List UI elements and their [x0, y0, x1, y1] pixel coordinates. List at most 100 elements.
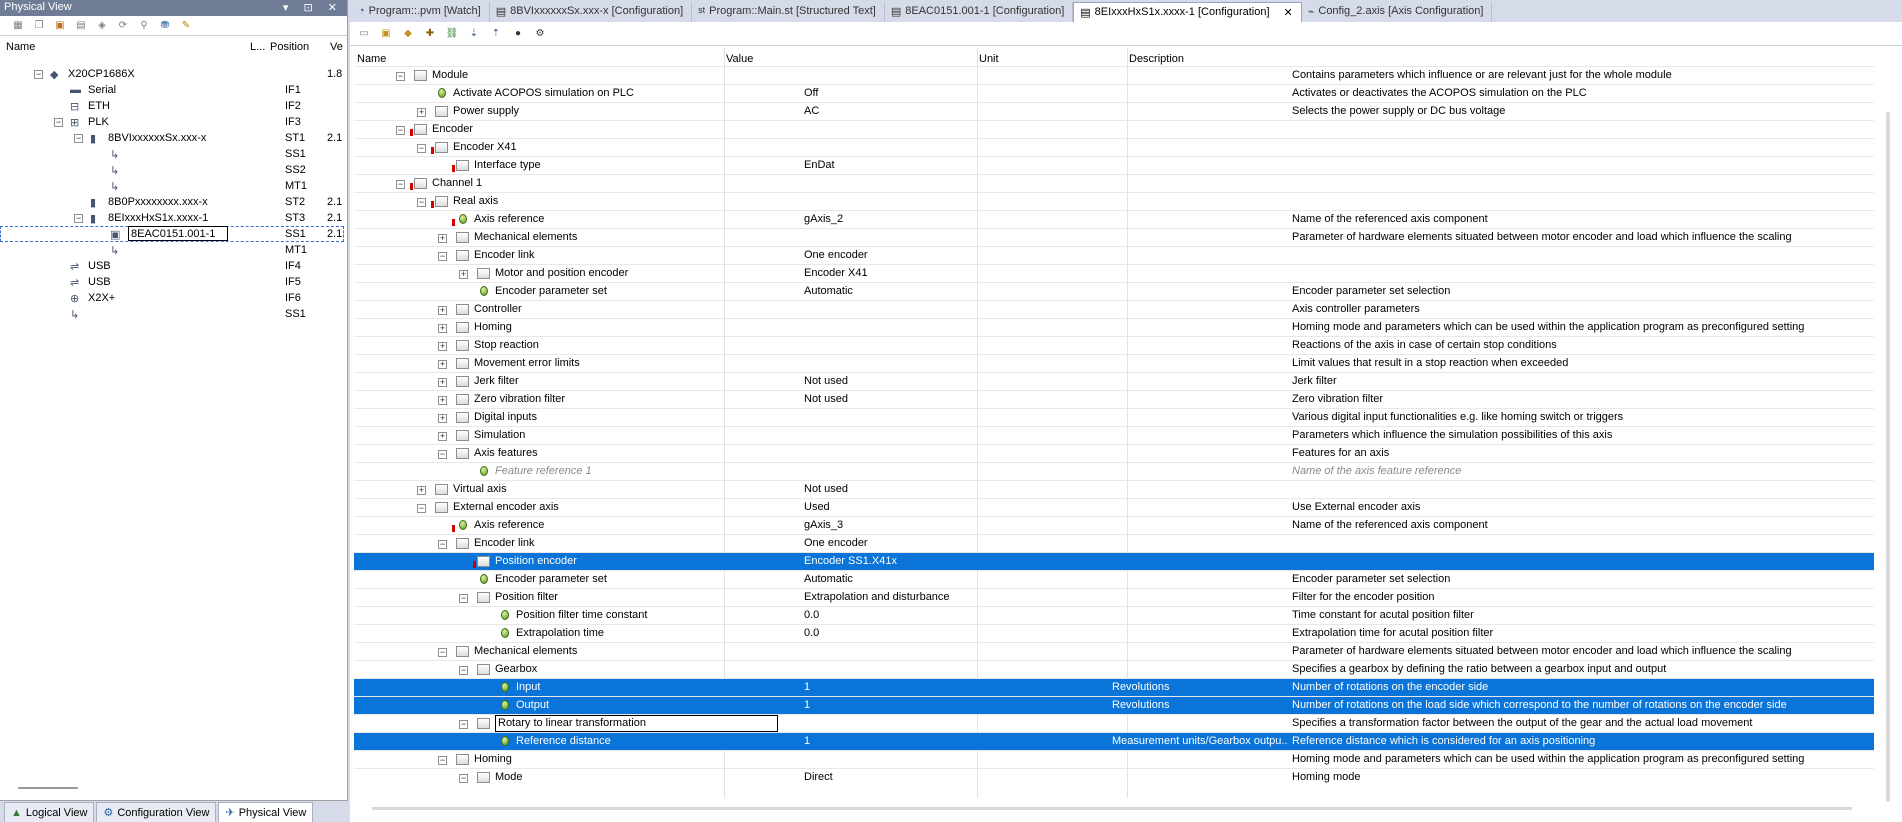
parameter-row[interactable]: − Rotary to linear transformation Specifie… — [354, 714, 1874, 732]
expand-icon[interactable]: + — [459, 270, 468, 279]
parameter-row[interactable]: Output 1 Revolutions Number of rotations on… — [354, 696, 1874, 714]
parameter-row[interactable]: Extrapolation time 0.0 Extrapolation time … — [354, 624, 1874, 642]
tab-logical-view[interactable]: ▲ Logical View — [4, 802, 95, 822]
col-position[interactable]: Position — [270, 41, 309, 53]
copy-icon[interactable]: ❐ — [31, 18, 47, 34]
parameter-row[interactable]: Interface type EnDat — [354, 156, 1874, 174]
col-name[interactable]: Name — [6, 41, 35, 53]
parameter-value[interactable]: One encoder — [804, 249, 868, 261]
horizontal-scrollbar[interactable] — [18, 787, 78, 789]
tab-configuration-view[interactable]: ⚙ Configuration View — [96, 802, 217, 822]
parameter-row[interactable]: Encoder parameter set Automatic Encoder pa… — [354, 570, 1874, 588]
physical-tree-item[interactable]: ↳ MT1 — [0, 242, 344, 258]
parameter-row[interactable]: − Position filter Extrapolation and distur… — [354, 588, 1874, 606]
parameter-row[interactable]: Axis reference gAxis_3 Name of the referen… — [354, 516, 1874, 534]
tab-watch[interactable]: ◔ Program::.pvm [Watch] — [352, 2, 490, 22]
parameter-row[interactable]: − Encoder — [354, 120, 1874, 138]
parameter-row[interactable]: Activate ACOPOS simulation on PLC Off Acti… — [354, 84, 1874, 102]
parameter-value[interactable]: Automatic — [804, 573, 853, 585]
parameter-row[interactable]: Feature reference 1 Name of the axis feat… — [354, 462, 1874, 480]
collapse-icon[interactable]: − — [396, 126, 405, 135]
parameter-row[interactable]: + Power supply AC Selects the power supply … — [354, 102, 1874, 120]
parameter-row[interactable]: + Mechanical elements Parameter of hardwar… — [354, 228, 1874, 246]
parameter-row[interactable]: − Mechanical elements Parameter of hardwar… — [354, 642, 1874, 660]
tab-8eixxx-configuration[interactable]: ▤ 8EIxxxHxS1x.xxxx-1 [Configuration] ✕ — [1073, 2, 1302, 22]
tab-config-2-axis[interactable]: ⌁ Config_2.axis [Axis Configuration] — [1302, 2, 1493, 22]
parameter-row[interactable]: + Digital inputs Various digital input fun… — [354, 408, 1874, 426]
parameter-value[interactable]: Off — [804, 87, 818, 99]
collapse-icon[interactable]: − — [438, 450, 447, 459]
parameter-row[interactable]: + Homing Homing mode and parameters which … — [354, 318, 1874, 336]
expand-icon[interactable]: + — [438, 360, 447, 369]
expand-icon[interactable]: + — [438, 414, 447, 423]
parameter-row[interactable]: − Gearbox Specifies a gearbox by defining … — [354, 660, 1874, 678]
parameter-value[interactable]: EnDat — [804, 159, 835, 171]
tab-8bvi-configuration[interactable]: ▤ 8BVIxxxxxxSx.xxx-x [Configuration] — [490, 2, 693, 22]
parameter-row[interactable]: + Virtual axis Not used — [354, 480, 1874, 498]
parameter-row[interactable]: Encoder parameter set Automatic Encoder pa… — [354, 282, 1874, 300]
parameter-row[interactable]: Input 1 Revolutions Number of rotations on … — [354, 678, 1874, 696]
expand-icon[interactable]: + — [417, 108, 426, 117]
name-edit-field[interactable]: Rotary to linear transformation — [495, 715, 778, 732]
vertical-scrollbar[interactable] — [1880, 112, 1898, 802]
parameter-row[interactable]: Position encoder Encoder SS1.X41x — [354, 552, 1874, 570]
parameter-row[interactable]: + Zero vibration filter Not used Zero vibra… — [354, 390, 1874, 408]
parameter-row[interactable]: − Module Contains parameters which influen… — [354, 66, 1874, 84]
physical-tree-item[interactable]: ▬ Serial IF1 — [0, 82, 344, 98]
expand-icon[interactable]: + — [438, 396, 447, 405]
properties-icon[interactable]: ◈ — [94, 18, 110, 34]
expand-icon[interactable]: + — [438, 306, 447, 315]
collapse-icon[interactable]: − — [417, 144, 426, 153]
parameter-row[interactable]: − Channel 1 — [354, 174, 1874, 192]
parameter-row[interactable]: − Encoder X41 — [354, 138, 1874, 156]
parameter-row[interactable]: Reference distance 1 Measurement units/Gea… — [354, 732, 1874, 750]
settings-icon[interactable]: ⚙ — [532, 26, 548, 42]
parameter-row[interactable]: − Mode Direct Homing mode — [354, 768, 1874, 786]
parameter-value[interactable]: 0.0 — [804, 627, 819, 639]
parameter-value[interactable]: 1 — [804, 681, 810, 693]
parameter-value[interactable]: One encoder — [804, 537, 868, 549]
collapse-icon[interactable]: − — [417, 504, 426, 513]
parameter-row[interactable]: Axis reference gAxis_2 Name of the referen… — [354, 210, 1874, 228]
refresh-icon[interactable]: ⟳ — [115, 18, 131, 34]
collapse-icon[interactable]: − — [74, 134, 83, 143]
physical-tree-item[interactable]: ↳ MT1 — [0, 178, 344, 194]
parameter-row[interactable]: + Stop reaction Reactions of the axis in c… — [354, 336, 1874, 354]
physical-tree-item[interactable]: ⇌ USB IF4 — [0, 258, 344, 274]
parameter-row[interactable]: + Controller Axis controller parameters — [354, 300, 1874, 318]
parameter-value[interactable]: Not used — [804, 483, 848, 495]
record-icon[interactable]: ● — [510, 26, 526, 42]
add-folder-icon[interactable]: ▣ — [378, 26, 394, 42]
parameter-row[interactable]: + Jerk filter Not used Jerk filter — [354, 372, 1874, 390]
physical-tree-item[interactable]: ↳ SS1 — [0, 146, 344, 162]
collapse-icon[interactable]: − — [74, 214, 83, 223]
parameter-row[interactable]: − Homing Homing mode and parameters which … — [354, 750, 1874, 768]
parameter-value[interactable]: Not used — [804, 393, 848, 405]
parameter-value[interactable]: gAxis_3 — [804, 519, 843, 531]
col-value[interactable]: Value — [726, 53, 753, 65]
parameter-value[interactable]: Not used — [804, 375, 848, 387]
collapse-icon[interactable]: − — [417, 198, 426, 207]
collapse-icon[interactable]: − — [459, 594, 468, 603]
physical-tree-item[interactable]: − ◆ X20CP1686X 1.8 — [0, 66, 344, 82]
collapse-icon[interactable]: − — [459, 666, 468, 675]
grid-horizontal-scrollbar[interactable] — [372, 807, 1852, 810]
parameter-value[interactable]: Encoder SS1.X41x — [804, 555, 897, 567]
tab-8eac-configuration[interactable]: ▤ 8EAC0151.001-1 [Configuration] — [885, 2, 1074, 22]
parameter-value[interactable]: 0.0 — [804, 609, 819, 621]
physical-tree-item[interactable]: ▣ 8EAC0151.001-1 SS1 2.1 — [0, 226, 344, 242]
parameter-value[interactable]: gAxis_2 — [804, 213, 843, 225]
search-icon[interactable]: ⚲ — [136, 18, 152, 34]
add-item-icon[interactable]: ◆ — [400, 26, 416, 42]
collapse-icon[interactable]: − — [54, 118, 63, 127]
parameter-row[interactable]: + Movement error limits Limit values that … — [354, 354, 1874, 372]
parameter-value[interactable]: Encoder X41 — [804, 267, 868, 279]
expand-icon[interactable]: + — [438, 342, 447, 351]
parameter-value[interactable]: Used — [804, 501, 830, 513]
rename-field[interactable]: 8EAC0151.001-1 — [128, 226, 228, 241]
physical-tree-item[interactable]: − ⊞ PLK IF3 — [0, 114, 344, 130]
expand-icon[interactable]: + — [438, 234, 447, 243]
parameter-row[interactable]: − External encoder axis Used Use External e… — [354, 498, 1874, 516]
wizard-icon[interactable]: ✎ — [178, 18, 194, 34]
parameter-row[interactable]: − Real axis — [354, 192, 1874, 210]
